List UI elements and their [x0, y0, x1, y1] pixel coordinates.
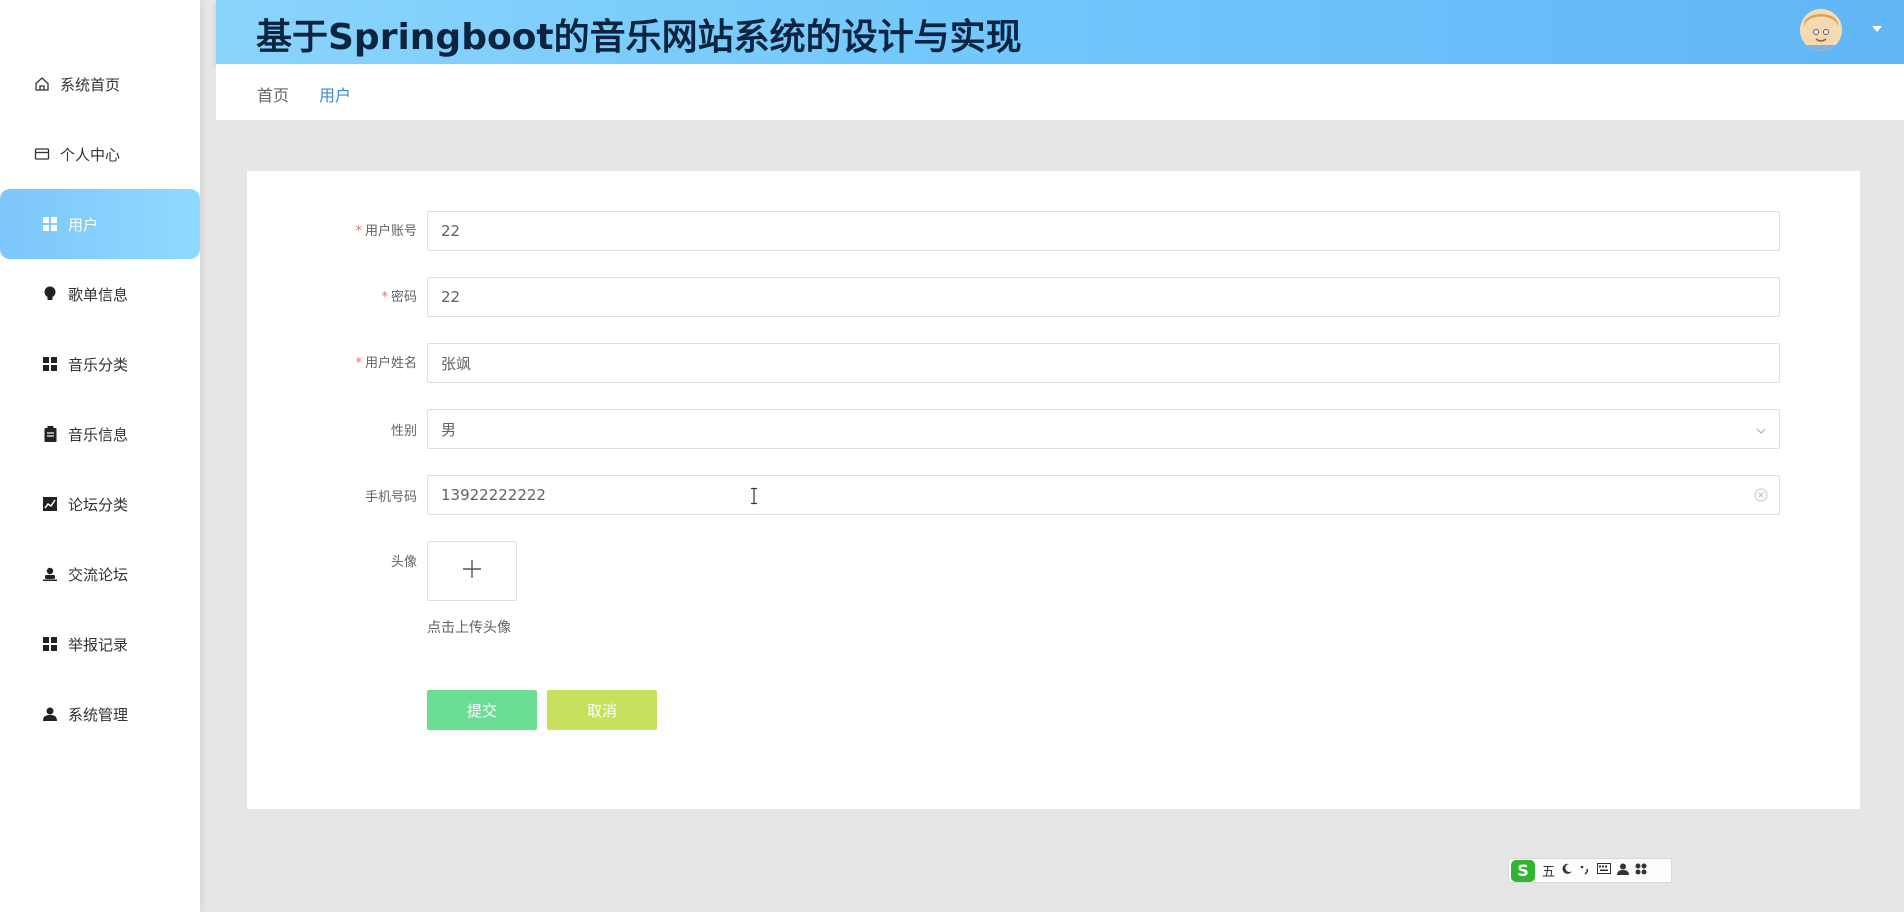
gender-label: 性别	[390, 424, 417, 439]
sidebar-item-forum[interactable]: 交流论坛	[0, 539, 200, 609]
sidebar-item-label: 音乐分类	[68, 355, 129, 374]
phone-field[interactable]	[427, 475, 1780, 515]
name-field[interactable]	[427, 343, 1780, 383]
breadcrumb-home[interactable]: 首页	[257, 82, 289, 106]
ime-toolbar[interactable]: S 五	[1508, 858, 1672, 883]
sidebar-item-label: 交流论坛	[68, 565, 129, 584]
gender-value: 男	[441, 420, 457, 439]
password-field[interactable]	[427, 277, 1780, 317]
chevron-down-icon	[1755, 423, 1767, 441]
person-icon	[42, 706, 58, 722]
clipboard-icon	[42, 426, 58, 442]
breadcrumb: 首页 用户	[216, 64, 1904, 120]
text-cursor-icon	[749, 487, 759, 509]
user-stand-icon	[42, 566, 58, 582]
clear-icon[interactable]	[1753, 487, 1769, 507]
account-field[interactable]	[427, 211, 1780, 251]
account-label: * 用户账号	[355, 224, 417, 239]
required-mark: *	[355, 356, 362, 371]
avatar-upload-hint: 点击上传头像	[427, 620, 511, 636]
grid-icon	[42, 636, 58, 652]
cancel-button[interactable]: 取消	[547, 690, 657, 730]
ime-logo[interactable]: S	[1511, 859, 1535, 882]
password-input[interactable]	[441, 288, 1721, 306]
sidebar-item-forum-category[interactable]: 论坛分类	[0, 469, 200, 539]
sidebar-item-label: 用户	[68, 215, 99, 234]
required-mark: *	[355, 224, 362, 239]
punctuation-icon[interactable]	[1579, 863, 1591, 879]
phone-label: 手机号码	[364, 490, 417, 505]
avatar-label: 头像	[390, 555, 417, 570]
name-input[interactable]	[441, 354, 1721, 372]
name-label: * 用户姓名	[355, 356, 417, 371]
sidebar-item-label: 音乐信息	[68, 425, 129, 444]
caret-down-icon[interactable]	[1872, 26, 1882, 32]
phone-input[interactable]	[441, 486, 1721, 504]
submit-button[interactable]: 提交	[427, 690, 537, 730]
app-title: 基于Springboot的音乐网站系统的设计与实现	[256, 17, 1022, 58]
sidebar-item-music-category[interactable]: 音乐分类	[0, 329, 200, 399]
plus-icon	[461, 558, 483, 584]
sidebar-item-profile[interactable]: 个人中心	[0, 119, 200, 189]
account-input[interactable]	[441, 222, 1721, 240]
sidebar-item-label: 举报记录	[68, 635, 129, 654]
gender-select[interactable]: 男	[427, 409, 1780, 449]
ime-mode[interactable]: 五	[1542, 861, 1555, 880]
sidebar-item-reports[interactable]: 举报记录	[0, 609, 200, 679]
grid-icon	[42, 216, 58, 232]
avatar-upload-button[interactable]	[427, 541, 517, 601]
avatar-image	[1800, 9, 1842, 51]
sidebar-item-music-info[interactable]: 音乐信息	[0, 399, 200, 469]
user-icon[interactable]	[1617, 863, 1630, 879]
required-mark: *	[381, 290, 388, 305]
user-form-card: *用户账号 *密码 *用户姓名 性别 男 手机号码 头像	[247, 171, 1860, 809]
sidebar-item-label: 歌单信息	[68, 285, 129, 304]
sidebar: 系统首页 个人中心 用户 歌单信息 音乐分类 音乐信息 论坛分类 交流论坛 举报…	[0, 0, 200, 912]
sidebar-item-system[interactable]: 系统管理	[0, 679, 200, 749]
sidebar-item-label: 系统首页	[60, 75, 121, 94]
breadcrumb-current: 用户	[319, 86, 352, 105]
apps-icon[interactable]	[1635, 863, 1647, 879]
sidebar-item-home[interactable]: 系统首页	[0, 49, 200, 119]
home-icon	[34, 76, 50, 92]
card-icon	[34, 146, 50, 162]
sidebar-item-label: 个人中心	[60, 145, 121, 164]
sidebar-item-users[interactable]: 用户	[0, 189, 200, 259]
avatar[interactable]	[1800, 9, 1842, 51]
keyboard-icon[interactable]	[1597, 863, 1612, 878]
sidebar-item-label: 论坛分类	[68, 495, 129, 514]
sidebar-item-label: 系统管理	[68, 705, 129, 724]
bulb-icon	[42, 286, 58, 302]
password-label: * 密码	[381, 290, 417, 305]
sidebar-item-playlists[interactable]: 歌单信息	[0, 259, 200, 329]
top-header: 基于Springboot的音乐网站系统的设计与实现	[216, 0, 1904, 64]
grid-icon	[42, 356, 58, 372]
chart-icon	[42, 496, 58, 512]
moon-icon[interactable]	[1561, 863, 1573, 879]
